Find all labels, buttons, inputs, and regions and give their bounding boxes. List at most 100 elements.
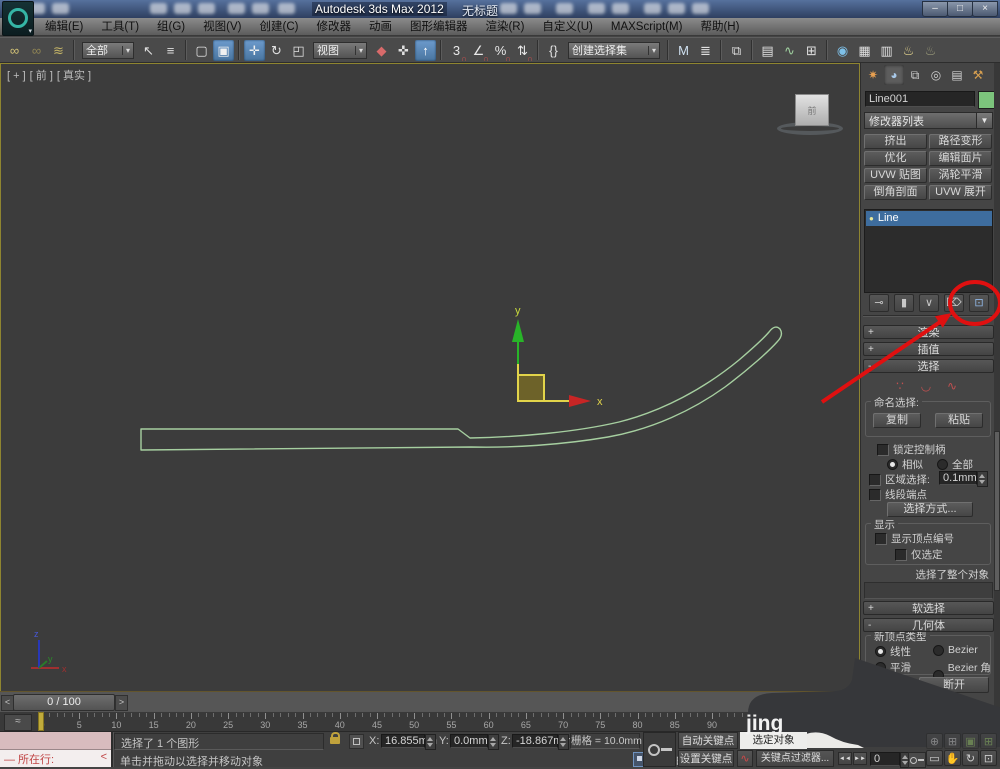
- menu-item-1[interactable]: 工具(T): [92, 18, 148, 36]
- smooth-radio[interactable]: 平滑: [875, 660, 911, 675]
- close-button[interactable]: ×: [972, 1, 998, 17]
- minimize-button[interactable]: –: [922, 1, 948, 17]
- viewport-shading-menu[interactable]: [ 真实 ]: [57, 70, 91, 82]
- snap-toggle-icon[interactable]: 3 ∩: [446, 40, 467, 63]
- segment-end-checkbox[interactable]: 线段端点: [869, 487, 927, 502]
- time-slider-track[interactable]: < 0 / 100 >: [0, 691, 860, 711]
- modifier-button-2[interactable]: 优化: [864, 151, 927, 166]
- window-crossing-toggle-icon[interactable]: ▣: [213, 39, 234, 61]
- go-to-start-icon[interactable]: ◄◄: [838, 752, 852, 765]
- quick-access-toolbar-icon[interactable]: [52, 3, 69, 14]
- zoom-region-icon[interactable]: ▭: [926, 750, 943, 766]
- render-production-icon[interactable]: ♨: [898, 40, 919, 61]
- quick-access-toolbar-icon[interactable]: [556, 3, 573, 14]
- go-to-end-icon[interactable]: ►►: [853, 752, 867, 765]
- rendered-frame-icon[interactable]: ▥: [876, 40, 897, 61]
- show-vertex-numbers-checkbox[interactable]: 显示顶点编号: [875, 531, 954, 546]
- modifier-button-1[interactable]: 路径变形: [929, 134, 992, 149]
- align-icon[interactable]: ≣: [695, 40, 716, 61]
- quick-access-toolbar-icon[interactable]: [500, 3, 517, 14]
- tab-hierarchy[interactable]: ⧉: [905, 65, 925, 85]
- make-unique-icon[interactable]: ∨: [919, 294, 939, 312]
- remove-modifier-icon[interactable]: ⌦: [944, 294, 964, 312]
- segment-subobject-icon[interactable]: ◡: [915, 379, 937, 394]
- y-coordinate-field[interactable]: 0.0mm: [450, 734, 488, 748]
- rollout-soft-selection[interactable]: + 软选择: [863, 601, 994, 615]
- transform-typein-toggle-icon[interactable]: [349, 734, 364, 749]
- viewport-pov-menu[interactable]: [ 前 ]: [30, 70, 53, 82]
- unlink-selection-icon[interactable]: ∞: [26, 40, 47, 61]
- key-filters-button[interactable]: 关键点过滤器...: [756, 750, 834, 767]
- modifier-button-7[interactable]: UVW 展开: [929, 185, 992, 200]
- set-keys-button[interactable]: [643, 732, 676, 767]
- menu-item-5[interactable]: 修改器: [307, 18, 360, 36]
- quick-access-toolbar-icon[interactable]: [644, 3, 661, 14]
- modifier-button-3[interactable]: 编辑面片: [929, 151, 992, 166]
- tab-modify[interactable]: ◕: [884, 65, 904, 85]
- menu-item-11[interactable]: 帮助(H): [691, 18, 748, 36]
- viewcube[interactable]: 前: [795, 94, 829, 126]
- curve-editor-icon[interactable]: ∿: [779, 40, 800, 61]
- quick-access-toolbar-icon[interactable]: [612, 3, 629, 14]
- rollout-interpolation[interactable]: + 插值: [863, 342, 994, 356]
- keyboard-override-icon[interactable]: ↑: [415, 39, 436, 61]
- quick-access-toolbar-icon[interactable]: [150, 3, 167, 14]
- menu-item-6[interactable]: 动画: [360, 18, 401, 36]
- menu-item-3[interactable]: 视图(V): [194, 18, 250, 36]
- visibility-bulb-icon[interactable]: ●: [869, 214, 874, 223]
- angle-snap-icon[interactable]: ∠ ∩: [468, 40, 489, 63]
- configure-modifier-sets-icon[interactable]: ⊡: [969, 294, 989, 312]
- menu-item-2[interactable]: 组(G): [148, 18, 194, 36]
- z-spinner[interactable]: [558, 734, 569, 750]
- edit-named-selections-icon[interactable]: {}: [543, 40, 564, 61]
- macro-recorder-pane[interactable]: [0, 732, 111, 750]
- tab-utilities[interactable]: ⚒: [968, 65, 988, 85]
- material-editor-icon[interactable]: ◉: [832, 40, 853, 61]
- select-and-scale-icon[interactable]: ◰: [288, 40, 309, 61]
- frame-zero-caret[interactable]: [38, 712, 44, 731]
- layer-manager-icon[interactable]: ⧉: [726, 40, 747, 61]
- object-color-swatch[interactable]: [978, 91, 995, 109]
- selection-set-filter-dropdown[interactable]: 选定对象: [740, 732, 807, 749]
- next-frame-button[interactable]: >: [115, 695, 128, 711]
- select-and-link-icon[interactable]: ∞: [4, 40, 25, 61]
- graphite-ribbon-icon[interactable]: ▤: [757, 40, 778, 61]
- selected-only-checkbox[interactable]: 仅选定: [895, 547, 943, 562]
- bind-to-spacewarp-icon[interactable]: ≋: [48, 40, 69, 61]
- quick-access-toolbar-icon[interactable]: [692, 3, 709, 14]
- select-and-move-icon[interactable]: ✛: [244, 39, 265, 61]
- select-object-icon[interactable]: ↖: [138, 40, 159, 61]
- auto-key-button[interactable]: 自动关键点: [678, 732, 738, 749]
- quick-access-toolbar-icon[interactable]: [278, 3, 295, 14]
- quick-access-toolbar-icon[interactable]: [228, 3, 245, 14]
- mirror-icon[interactable]: M: [673, 40, 694, 61]
- area-selection-checkbox[interactable]: 区域选择:: [869, 472, 930, 487]
- tab-create[interactable]: ✷: [863, 65, 883, 85]
- tab-motion[interactable]: ◎: [926, 65, 946, 85]
- viewport-front[interactable]: [ + ] [ 前 ] [ 真实 ] y x x z y 前: [0, 63, 860, 692]
- modifier-button-4[interactable]: UVW 贴图: [864, 168, 927, 183]
- zoom-icon[interactable]: ⊕: [926, 733, 943, 749]
- object-name-field[interactable]: Line001: [865, 91, 975, 107]
- lock-handles-checkbox[interactable]: 锁定控制柄: [877, 442, 946, 457]
- pan-icon[interactable]: ✋: [944, 750, 961, 766]
- select-by-button[interactable]: 选择方式...: [887, 502, 973, 517]
- zoom-all-icon[interactable]: ⊞: [944, 733, 961, 749]
- track-bar[interactable]: ≈ 051015202530354045505560657075808590: [0, 711, 860, 731]
- maxscript-mini-listener[interactable]: — 所在行: <: [0, 750, 111, 767]
- quick-access-toolbar-icon[interactable]: [174, 3, 191, 14]
- app-logo-button[interactable]: ▾: [2, 1, 34, 36]
- break-button[interactable]: 断开: [919, 677, 989, 693]
- reference-coordinate-dropdown[interactable]: 视图 ▾: [313, 41, 367, 59]
- all-radio[interactable]: 全部: [937, 457, 973, 472]
- orbit-icon[interactable]: ↻: [962, 750, 979, 766]
- modifier-button-0[interactable]: 挤出: [864, 134, 927, 149]
- menu-item-0[interactable]: 编辑(E): [36, 18, 92, 36]
- maximize-button[interactable]: □: [947, 1, 973, 17]
- vertex-subobject-icon[interactable]: ∵: [889, 379, 911, 394]
- menu-item-7[interactable]: 图形编辑器: [401, 18, 477, 36]
- selection-filter-dropdown[interactable]: 全部 ▾: [82, 41, 134, 59]
- select-and-rotate-icon[interactable]: ↻: [266, 40, 287, 61]
- spline-subobject-icon[interactable]: ∿: [941, 379, 963, 394]
- named-selection-sets-dropdown[interactable]: 创建选择集 ▾: [568, 41, 660, 59]
